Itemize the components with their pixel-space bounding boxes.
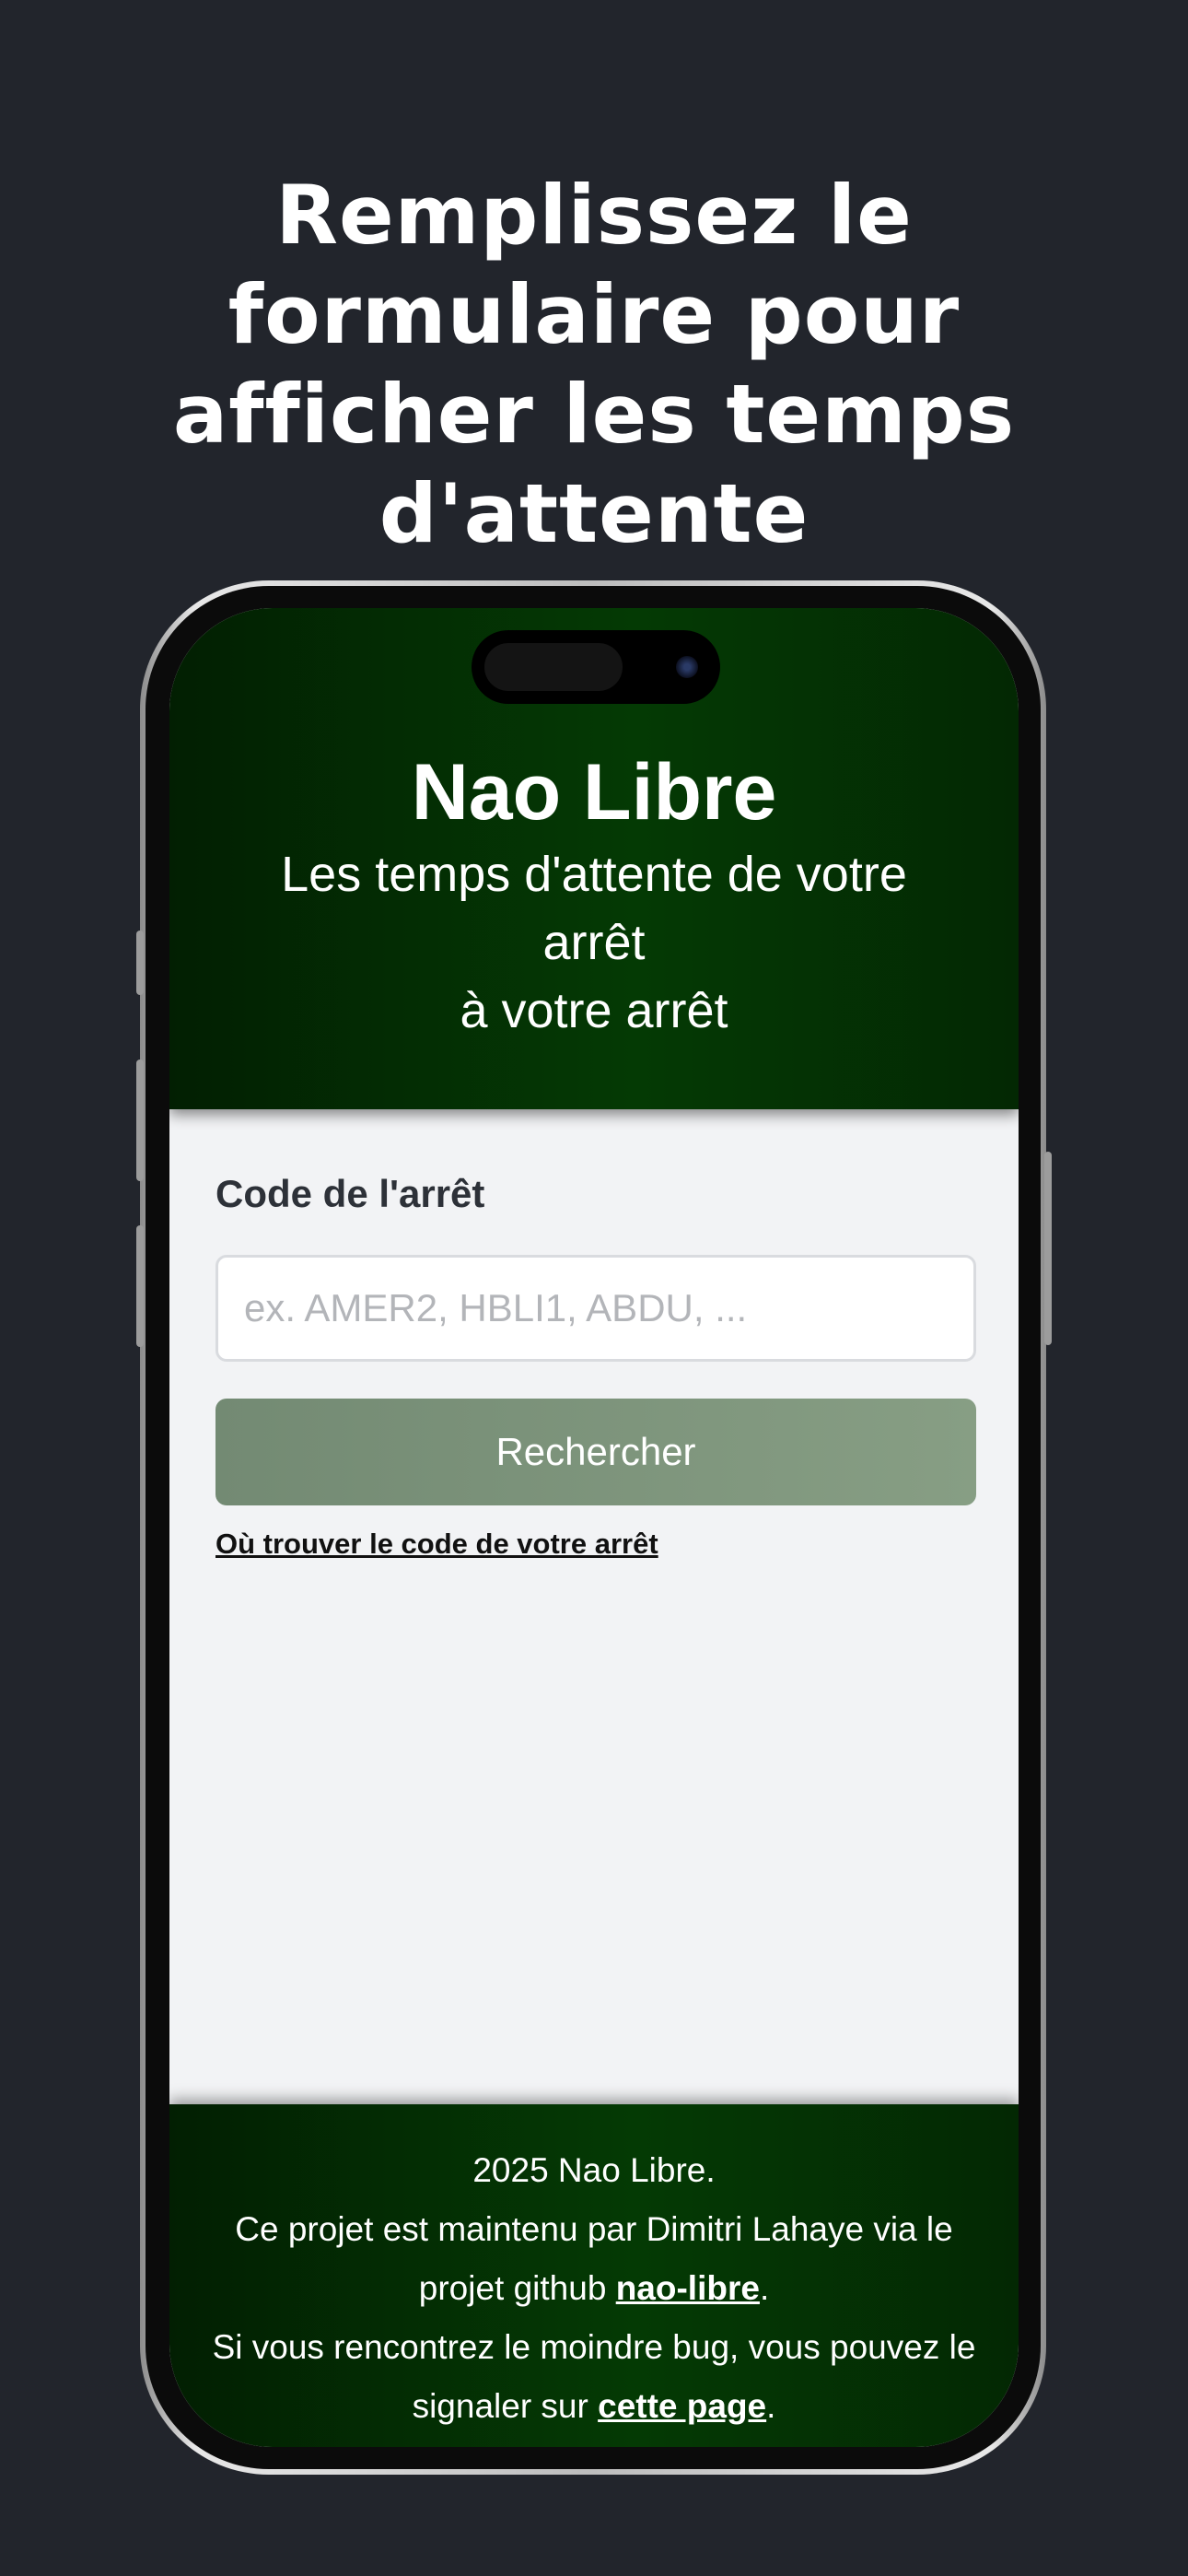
dynamic-island — [472, 630, 720, 704]
island-sensor — [484, 643, 623, 691]
footer-text: 2025 Nao Libre. Ce projet est maintenu p… — [197, 2141, 991, 2436]
maintainer-period: . — [759, 2269, 770, 2307]
subtitle-line: à votre arrêt — [460, 983, 728, 1038]
promo-title-line: Remplissez le — [275, 168, 913, 263]
power-button — [1044, 1152, 1052, 1345]
phone-screen: Nao Libre Les temps d'attente de votre a… — [169, 608, 1019, 2447]
volume-down-button — [136, 1225, 144, 1347]
volume-up-button — [136, 1060, 144, 1181]
action-button — [136, 931, 144, 995]
promo-title-line: formulaire pour — [227, 267, 961, 362]
stop-code-label: Code de l'arrêt — [215, 1172, 485, 1215]
bug-report-text: Si vous rencontrez le moindre bug, vous … — [197, 2318, 991, 2436]
promo-title-line: d'attente — [379, 466, 809, 561]
github-repo-link[interactable]: nao-libre — [616, 2269, 760, 2307]
promo-title: Remplissez le formulaire pour afficher l… — [0, 166, 1188, 564]
bug-report-sentence: Si vous rencontrez le moindre bug, vous … — [212, 2328, 976, 2425]
stop-code-input[interactable] — [215, 1255, 976, 1362]
app-footer: 2025 Nao Libre. Ce projet est maintenu p… — [169, 2104, 1019, 2447]
bug-report-period: . — [766, 2387, 776, 2425]
find-stop-code-link[interactable]: Où trouver le code de votre arrêt — [215, 1528, 658, 1561]
maintainer-sentence: Ce projet est maintenu par Dimitri Lahay… — [235, 2210, 953, 2307]
bug-report-link[interactable]: cette page — [598, 2387, 766, 2425]
subtitle-line: Les temps d'attente de votre arrêt — [281, 847, 907, 970]
app-title: Nao Libre — [411, 748, 777, 837]
search-button[interactable]: Rechercher — [215, 1399, 976, 1505]
copyright-text: 2025 Nao Libre. — [472, 2151, 716, 2189]
app-subtitle: Les temps d'attente de votre arrêt à vot… — [225, 840, 963, 1045]
maintainer-text: Ce projet est maintenu par Dimitri Lahay… — [197, 2200, 991, 2318]
promo-title-line: afficher les temps — [172, 367, 1016, 462]
front-camera-icon — [676, 656, 698, 678]
